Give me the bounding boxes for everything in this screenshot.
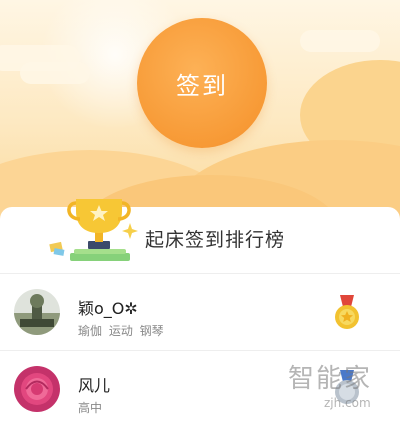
user-tags: 瑜伽 运动 钢琴 (78, 324, 164, 338)
watermark-url: zjh.com (324, 396, 371, 410)
user-name: 颖o_O✲ (78, 299, 138, 318)
user-tags: 高中 (78, 401, 103, 415)
gold-medal-icon (335, 295, 359, 329)
leaderboard-title: 起床签到排行榜 (145, 229, 286, 251)
cloud-decoration (20, 62, 90, 84)
trophy-icon (49, 199, 138, 261)
signin-button-label: 签到 (176, 71, 228, 100)
cloud-decoration (300, 30, 380, 52)
leaderboard-row[interactable]: 颖o_O✲ 瑜伽 运动 钢琴 (0, 275, 400, 350)
watermark: 智能家 zjh.com (288, 358, 400, 421)
divider (0, 273, 400, 274)
avatar (14, 366, 60, 412)
user-name: 风儿 (78, 376, 111, 395)
avatar (14, 289, 60, 335)
divider (0, 350, 400, 351)
watermark-text: 智能家 (288, 364, 373, 394)
signin-button[interactable]: 签到 (137, 18, 267, 148)
leaderboard-header: 起床签到排行榜 (0, 199, 400, 273)
